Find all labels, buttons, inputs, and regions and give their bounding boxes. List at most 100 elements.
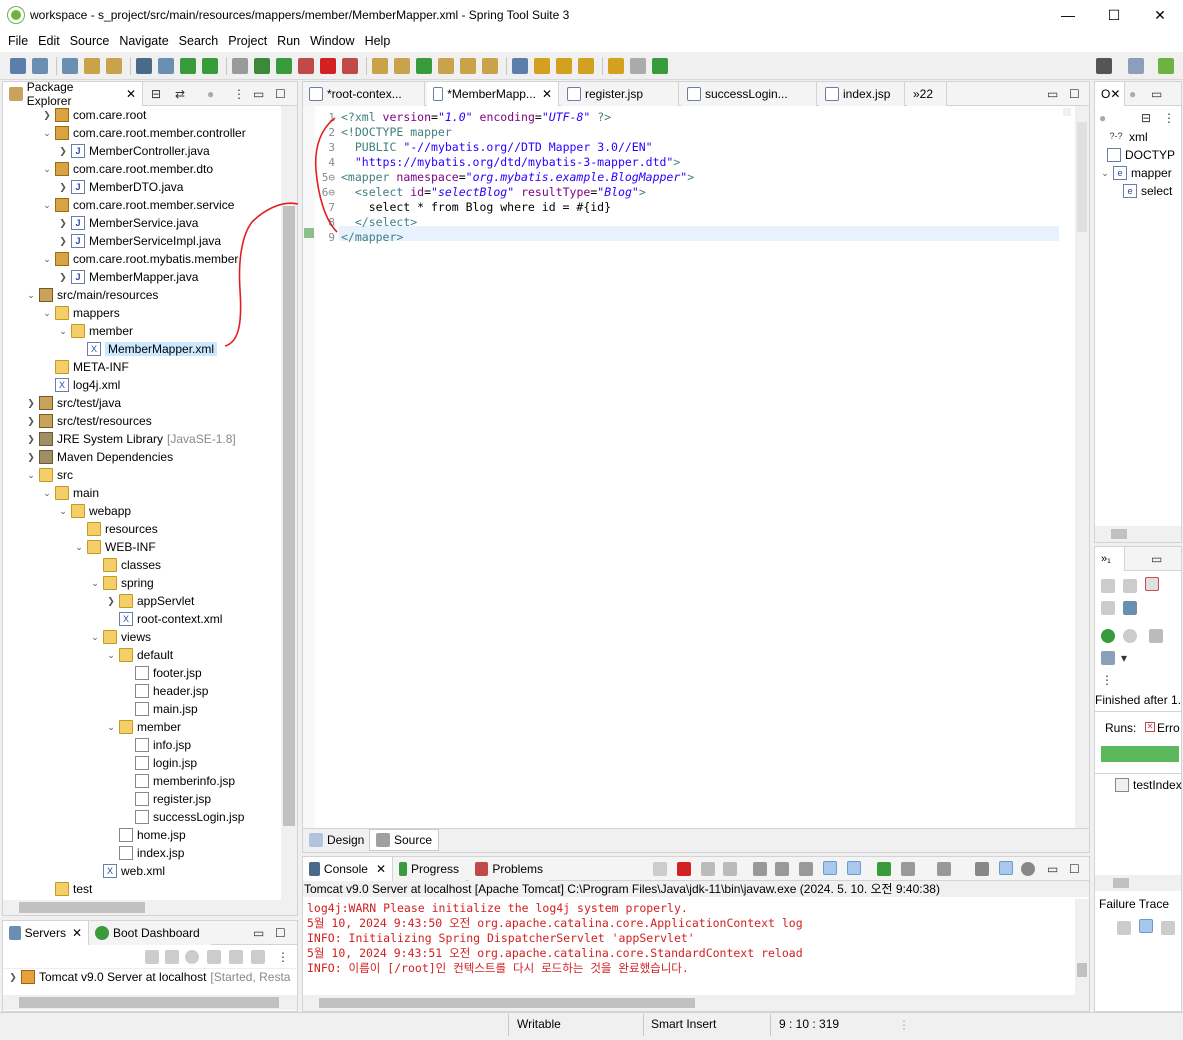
server-start-icon[interactable] [180, 58, 196, 74]
expand-toggle-icon[interactable]: ⌄ [41, 128, 53, 139]
expand-toggle-icon[interactable]: ⌄ [89, 632, 101, 643]
expand-toggle-icon[interactable]: ❯ [57, 272, 69, 283]
tree-item[interactable]: Xroot-context.xml [105, 610, 222, 628]
code-line[interactable]: select * from Blog where id = #{id} [341, 200, 611, 215]
debug-icon[interactable] [254, 58, 270, 74]
remove-all-icon[interactable] [701, 862, 715, 876]
code-editor[interactable]: <?xml version="1.0" encoding="UTF-8" ?> <… [339, 106, 1059, 830]
chevron-down-icon[interactable]: ▾ [1121, 651, 1127, 665]
stop-icon[interactable] [320, 58, 336, 74]
maximize-view-icon[interactable]: ☐ [275, 87, 286, 101]
tree-item[interactable]: ⌄ WEB-INF [73, 538, 156, 556]
maximize-view-icon[interactable]: ☐ [1069, 862, 1080, 876]
tree-item[interactable]: ⌄ member [105, 718, 181, 736]
tree-item[interactable]: test [41, 880, 92, 898]
menu-file[interactable]: File [4, 34, 32, 48]
tab-problems[interactable]: Problems [469, 857, 549, 881]
menu-project[interactable]: Project [224, 34, 271, 48]
run-icon[interactable] [276, 58, 292, 74]
clear-console-icon[interactable] [753, 862, 767, 876]
link-editor-icon[interactable]: ⇄ [175, 87, 185, 101]
new-class-icon[interactable] [416, 58, 432, 74]
build-icon[interactable] [84, 58, 100, 74]
minimize-view-icon[interactable]: ▭ [1047, 862, 1058, 876]
word-wrap-icon[interactable] [799, 862, 813, 876]
tree-item[interactable]: main.jsp [121, 700, 198, 718]
expand-toggle-icon[interactable]: ⌄ [41, 164, 53, 175]
tree-item[interactable]: ❯ J MemberDTO.java [57, 178, 183, 196]
tree-item[interactable]: register.jsp [121, 790, 211, 808]
search-files-icon[interactable] [482, 58, 498, 74]
code-line[interactable]: "https://mybatis.org/dtd/mybatis-3-mappe… [341, 155, 680, 170]
close-icon[interactable]: ✕ [1110, 87, 1120, 101]
open-type-icon[interactable] [106, 58, 122, 74]
open-task-icon[interactable] [460, 58, 476, 74]
new-java-icon[interactable] [372, 58, 388, 74]
outline-item[interactable]: e select [1123, 182, 1172, 200]
forward-icon[interactable] [608, 58, 624, 74]
test-item[interactable]: testIndex [1115, 776, 1182, 794]
minimize-button[interactable]: — [1045, 0, 1091, 30]
tree-item[interactable]: ❯ J MemberMapper.java [57, 268, 198, 286]
open-console-icon[interactable] [937, 862, 951, 876]
tab-progress[interactable]: Progress [393, 857, 465, 881]
expand-toggle-icon[interactable]: ❯ [25, 398, 37, 409]
collapse-all-icon[interactable]: ⊟ [1141, 111, 1151, 125]
minimize-view-icon[interactable]: ▭ [1151, 552, 1162, 566]
expand-toggle-icon[interactable]: ⌄ [41, 308, 53, 319]
maximize-button[interactable]: ☐ [1091, 0, 1137, 30]
tree-item[interactable]: Xlog4j.xml [41, 376, 120, 394]
minimize-view-icon[interactable]: ▭ [253, 926, 264, 940]
tree-item[interactable]: classes [89, 556, 161, 574]
expand-icon[interactable]: ❯ [7, 972, 19, 983]
tree-item[interactable]: successLogin.jsp [121, 808, 244, 826]
menu-search[interactable]: Search [175, 34, 223, 48]
new-package-icon[interactable] [394, 58, 410, 74]
expand-toggle-icon[interactable]: ❯ [41, 110, 53, 121]
maximize-view-icon[interactable]: ☐ [275, 926, 286, 940]
tree-item[interactable]: ❯ JRE System Library [JavaSE-1.8] [25, 430, 236, 448]
expand-toggle-icon[interactable]: ⌄ [89, 578, 101, 589]
tab-source[interactable]: Source [369, 829, 440, 851]
code-line[interactable]: </mapper> [341, 230, 403, 245]
view-menu-icon[interactable]: ⋮ [1101, 673, 1113, 687]
editor-tab[interactable]: *root-contex... [303, 82, 425, 106]
server-item[interactable]: ❯ Tomcat v9.0 Server at localhost [Start… [7, 968, 290, 986]
tree-item[interactable]: ❯ src/test/java [25, 394, 121, 412]
expand-toggle-icon[interactable]: ⌄ [105, 650, 117, 661]
debug-skip-icon[interactable] [158, 58, 174, 74]
menu-source[interactable]: Source [66, 34, 114, 48]
debug-server-icon[interactable] [145, 950, 159, 964]
tree-item[interactable]: ❯ J MemberController.java [57, 142, 210, 160]
console-settings-icon[interactable] [975, 862, 989, 876]
save-icon[interactable] [32, 58, 48, 74]
spring-perspective-icon[interactable] [1158, 58, 1174, 74]
expand-toggle-icon[interactable]: ❯ [25, 452, 37, 463]
tree-item[interactable]: ❯ J MemberService.java [57, 214, 198, 232]
globe-icon[interactable] [512, 58, 528, 74]
tree-item[interactable]: login.jsp [121, 754, 197, 772]
tree-scroll-thumb[interactable] [283, 206, 295, 826]
menu-help[interactable]: Help [361, 34, 395, 48]
outline-hscrollbar[interactable] [1095, 526, 1181, 542]
tab-boot-dashboard[interactable]: Boot Dashboard [89, 921, 211, 945]
remove-terminated-icon[interactable] [723, 862, 737, 876]
expand-toggle-icon[interactable]: ⌄ [1099, 168, 1111, 179]
tree-item[interactable]: index.jsp [105, 844, 184, 862]
tree-item[interactable]: ⌄ mappers [41, 304, 120, 322]
new-icon[interactable] [10, 58, 26, 74]
filter-stack-icon[interactable] [1139, 919, 1153, 933]
rerun-failed-icon[interactable] [1123, 629, 1137, 643]
display-console-icon[interactable] [901, 862, 915, 876]
scroll-lock-icon[interactable] [1101, 601, 1115, 615]
tree-item[interactable]: ⌄ main [41, 484, 99, 502]
tree-item[interactable]: ⌄ default [105, 646, 173, 664]
editor-tab[interactable]: *MemberMapp... ✕ [427, 82, 559, 106]
expand-toggle-icon[interactable]: ⌄ [41, 254, 53, 265]
code-line[interactable]: <mapper namespace="org.mybatis.example.B… [341, 170, 694, 185]
next-annotation-icon[interactable] [534, 58, 550, 74]
expand-toggle-icon[interactable]: ⌄ [25, 290, 37, 301]
open-folder-icon[interactable] [438, 58, 454, 74]
outline-item[interactable]: ⌄ e mapper [1099, 164, 1172, 182]
expand-toggle-icon[interactable]: ⌄ [25, 470, 37, 481]
